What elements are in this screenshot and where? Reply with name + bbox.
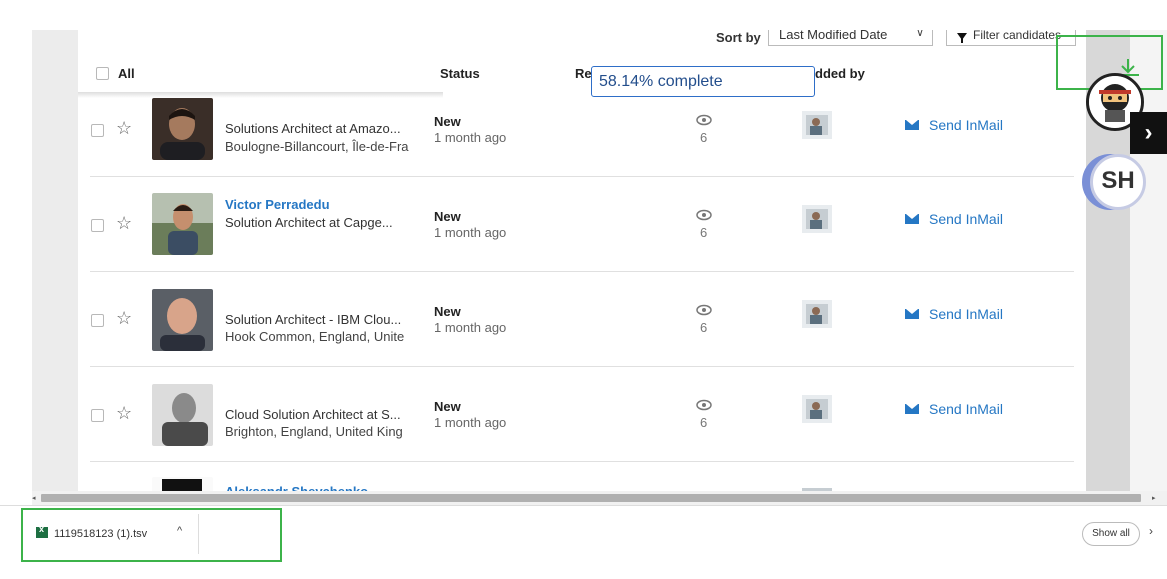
- envelope-icon: [905, 214, 919, 224]
- status-text: New: [434, 304, 461, 319]
- sh-initials: SH: [1090, 154, 1146, 210]
- download-item[interactable]: 1119518123 (1).tsv: [36, 524, 148, 540]
- download-separator: [198, 514, 199, 554]
- view-count: 6: [700, 320, 708, 335]
- candidate-title: Solution Architect at Capge...: [225, 215, 393, 230]
- envelope-icon: [905, 309, 919, 319]
- row-checkbox[interactable]: [91, 409, 104, 422]
- select-all-checkbox[interactable]: [96, 67, 109, 80]
- view-count: 6: [700, 225, 708, 240]
- select-all-label: All: [118, 66, 135, 81]
- status-text: New: [434, 209, 461, 224]
- added-by-avatar[interactable]: [802, 300, 832, 328]
- eye-icon: [696, 114, 712, 126]
- download-options-caret[interactable]: ^: [177, 525, 182, 537]
- filter-icon: [957, 33, 967, 43]
- send-inmail-label: Send InMail: [929, 117, 1003, 133]
- status-column-header[interactable]: Status: [440, 66, 480, 81]
- added-by-column-header[interactable]: dded by: [815, 66, 865, 81]
- reviewed-column-header[interactable]: Re: [575, 66, 592, 81]
- send-inmail-link[interactable]: Send InMail: [905, 401, 1003, 417]
- envelope-icon: [905, 120, 919, 130]
- envelope-icon: [905, 404, 919, 414]
- extension-avatar-sh[interactable]: SH: [1072, 150, 1167, 215]
- send-inmail-link[interactable]: Send InMail: [905, 117, 1003, 133]
- star-icon[interactable]: ☆: [116, 403, 132, 424]
- candidate-title: Solutions Architect at Amazo...: [225, 121, 401, 136]
- row-checkbox[interactable]: [91, 219, 104, 232]
- sort-label: Sort by: [716, 30, 761, 45]
- status-time: 1 month ago: [434, 130, 507, 145]
- next-arrow-button[interactable]: ›: [1130, 112, 1167, 154]
- candidate-name-link[interactable]: Victor Perradedu: [225, 197, 330, 212]
- star-icon[interactable]: ☆: [116, 308, 132, 329]
- scroll-left-icon[interactable]: ◂: [32, 494, 36, 502]
- candidate-photo[interactable]: [152, 384, 213, 446]
- send-inmail-label: Send InMail: [929, 401, 1003, 417]
- send-inmail-label: Send InMail: [929, 306, 1003, 322]
- eye-icon: [696, 304, 712, 316]
- view-count: 6: [700, 130, 708, 145]
- added-by-avatar[interactable]: [802, 395, 832, 423]
- status-text: New: [434, 114, 461, 129]
- view-count: 6: [700, 415, 708, 430]
- scroll-right-icon[interactable]: ▸: [1152, 494, 1156, 502]
- download-progress-tooltip: 58.14% complete: [591, 66, 815, 97]
- send-inmail-label: Send InMail: [929, 211, 1003, 227]
- candidate-title: Cloud Solution Architect at S...: [225, 407, 401, 422]
- download-filename: 1119518123 (1).tsv: [54, 528, 148, 540]
- candidate-location: Brighton, England, United King: [225, 424, 403, 439]
- status-time: 1 month ago: [434, 225, 507, 240]
- table-row: ☆ Cloud Solution Architect at S... Brigh…: [90, 366, 1074, 461]
- send-inmail-link[interactable]: Send InMail: [905, 211, 1003, 227]
- table-row: ☆ Solution Architect - IBM Clou... Hook …: [90, 271, 1074, 366]
- candidate-photo[interactable]: [152, 289, 213, 351]
- progress-text: 58.14% complete: [599, 73, 723, 90]
- candidate-location: Hook Common, England, Unite: [225, 329, 405, 344]
- page-background-left: [32, 30, 78, 496]
- row-checkbox[interactable]: [91, 124, 104, 137]
- candidate-title: Solution Architect - IBM Clou...: [225, 312, 402, 327]
- added-by-avatar[interactable]: [802, 205, 832, 233]
- show-all-button[interactable]: Show all: [1082, 522, 1140, 546]
- filter-candidates-label: Filter candidates: [973, 30, 1062, 42]
- scrollbar-thumb[interactable]: [41, 494, 1141, 502]
- spreadsheet-file-icon: [36, 524, 48, 538]
- status-text: New: [434, 399, 461, 414]
- close-shelf-icon[interactable]: ›: [1149, 524, 1153, 538]
- added-by-avatar[interactable]: [802, 111, 832, 139]
- row-checkbox[interactable]: [91, 314, 104, 327]
- sort-select[interactable]: Last Modified Date ∨: [768, 30, 933, 46]
- candidate-photo[interactable]: [152, 98, 213, 160]
- chevron-down-icon: ∨: [915, 30, 924, 39]
- sort-bar: Sort by Last Modified Date ∨ Filter cand…: [78, 30, 1086, 52]
- candidate-list-panel: Sort by Last Modified Date ∨ Filter cand…: [78, 30, 1086, 496]
- status-time: 1 month ago: [434, 415, 507, 430]
- status-time: 1 month ago: [434, 320, 507, 335]
- download-shelf: 1119518123 (1).tsv ^ Show all ›: [0, 505, 1167, 579]
- sort-select-value: Last Modified Date: [779, 30, 888, 42]
- send-inmail-link[interactable]: Send InMail: [905, 306, 1003, 322]
- table-row: ☆ Victor Perradedu Solution Architect at…: [90, 176, 1074, 271]
- candidate-location: Boulogne-Billancourt, Île-de-Fra: [225, 139, 409, 154]
- horizontal-scrollbar[interactable]: ◂ ▸: [32, 491, 1167, 505]
- eye-icon: [696, 399, 712, 411]
- candidate-photo[interactable]: [152, 193, 213, 255]
- star-icon[interactable]: ☆: [116, 118, 132, 139]
- star-icon[interactable]: ☆: [116, 213, 132, 234]
- eye-icon: [696, 209, 712, 221]
